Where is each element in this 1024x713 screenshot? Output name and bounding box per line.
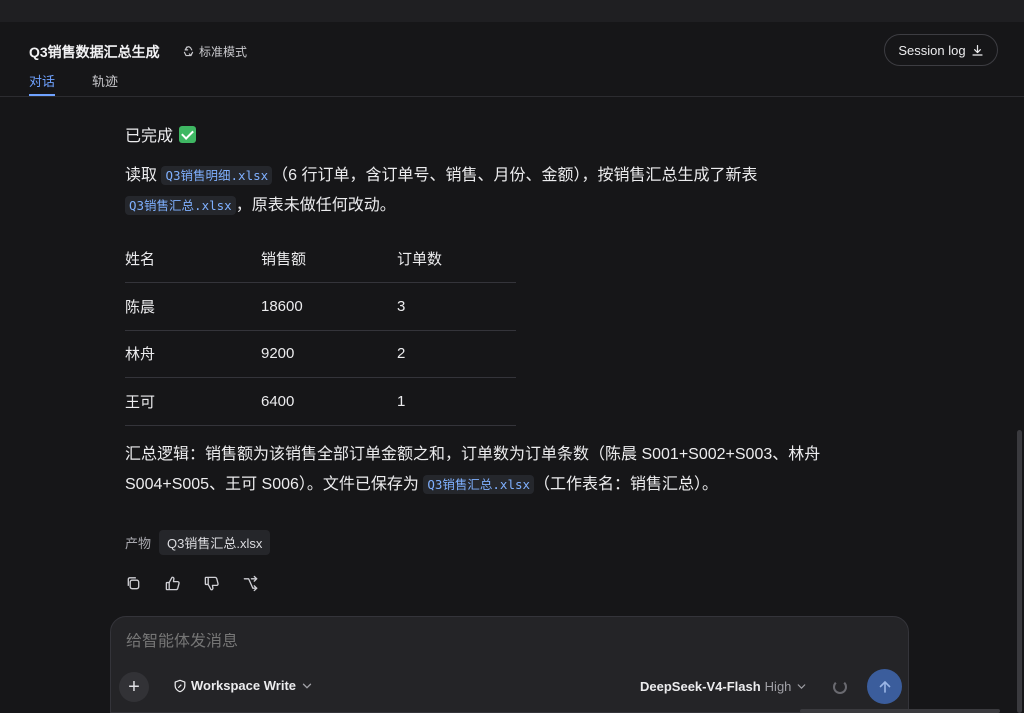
summary-file-code: Q3销售汇总.xlsx bbox=[423, 475, 535, 494]
table-cell: 3 bbox=[397, 282, 516, 331]
table-header-row: 姓名 销售额 订单数 bbox=[125, 235, 516, 283]
mode-label: 标准模式 bbox=[199, 45, 248, 59]
session-log-button[interactable]: Session log bbox=[884, 34, 998, 66]
model-level: High bbox=[764, 679, 792, 694]
table-cell: 陈晨 bbox=[125, 282, 261, 331]
model-name: DeepSeek-V4-Flash bbox=[640, 679, 761, 694]
download-icon bbox=[972, 44, 983, 56]
intro-paragraph: 读取 Q3销售明细.xlsx （6 行订单，含订单号、销售、月份、金额），按销售汇… bbox=[125, 161, 825, 221]
thumbs-up-icon[interactable] bbox=[164, 575, 181, 592]
output-file-code: Q3销售汇总.xlsx bbox=[125, 196, 236, 215]
artifact-label: 产物 bbox=[125, 536, 152, 551]
plus-icon: + bbox=[128, 675, 140, 698]
table-row: 林舟 9200 2 bbox=[125, 330, 516, 378]
message-input[interactable] bbox=[126, 633, 726, 651]
recycle-icon bbox=[183, 46, 194, 57]
summary-table: 姓名 销售额 订单数 陈晨 18600 3 林舟 9200 2 王可 6400 … bbox=[125, 235, 516, 426]
table-row: 陈晨 18600 3 bbox=[125, 282, 516, 331]
arrow-up-icon bbox=[879, 680, 890, 693]
window-top-bar bbox=[0, 0, 1024, 22]
chevron-down-icon bbox=[302, 683, 312, 689]
table-cell: 6400 bbox=[261, 377, 397, 426]
source-file-code: Q3销售明细.xlsx bbox=[161, 166, 273, 185]
summary-suffix: （工作表名：销售汇总）。 bbox=[534, 476, 719, 493]
horizontal-scrollbar[interactable] bbox=[800, 709, 1000, 713]
table-row: 王可 6400 1 bbox=[125, 377, 516, 426]
model-selector[interactable]: DeepSeek-V4-Flash High bbox=[640, 679, 808, 694]
session-header: Q3销售数据汇总生成 标准模式 Session log 对话 轨迹 bbox=[0, 22, 1024, 97]
status-line: 已完成 bbox=[125, 122, 197, 146]
table-cell: 王可 bbox=[125, 377, 261, 426]
add-attachment-button[interactable]: + bbox=[119, 672, 149, 702]
check-mark-icon bbox=[179, 125, 197, 143]
mode-indicator[interactable]: 标准模式 bbox=[182, 43, 247, 60]
table-header-cell: 订单数 bbox=[397, 235, 516, 283]
workspace-label: Workspace Write bbox=[191, 678, 297, 693]
intro-middle: （6 行订单，含订单号、销售、月份、金额），按销售汇总生成了新表 bbox=[272, 167, 758, 184]
table-cell: 林舟 bbox=[125, 330, 261, 378]
table-cell: 18600 bbox=[261, 282, 397, 331]
tab-conversation[interactable]: 对话 bbox=[29, 71, 55, 90]
artifact-row: 产物 Q3销售汇总.xlsx bbox=[125, 530, 271, 555]
table-cell: 2 bbox=[397, 330, 516, 378]
table-cell: 9200 bbox=[261, 330, 397, 378]
session-title: Q3销售数据汇总生成 bbox=[29, 44, 160, 60]
thumbs-down-icon[interactable] bbox=[203, 575, 220, 592]
intro-prefix: 读取 bbox=[125, 167, 158, 184]
table-header-cell: 销售额 bbox=[261, 235, 397, 283]
intro-suffix: ，原表未做任何改动。 bbox=[235, 197, 396, 214]
summary-paragraph: 汇总逻辑：销售额为该销售全部订单金额之和，订单数为订单条数（陈晨 S001+S0… bbox=[125, 440, 865, 500]
message-actions bbox=[125, 575, 259, 592]
vertical-scrollbar[interactable] bbox=[1017, 430, 1022, 713]
branch-icon[interactable] bbox=[242, 575, 259, 592]
copy-icon[interactable] bbox=[125, 575, 142, 592]
status-text: 已完成 bbox=[125, 128, 174, 145]
workspace-permission-selector[interactable]: Workspace Write bbox=[173, 678, 314, 693]
active-tab-indicator bbox=[29, 94, 55, 96]
summary-line2-prefix: S004+S005、王可 S006）。文件已保存为 bbox=[125, 476, 419, 493]
session-log-label: Session log bbox=[898, 42, 966, 58]
message-composer: + Workspace Write DeepSeek-V4-Flash High bbox=[110, 616, 909, 713]
tab-trace[interactable]: 轨迹 bbox=[92, 71, 118, 90]
table-header-cell: 姓名 bbox=[125, 235, 261, 283]
table-cell: 1 bbox=[397, 377, 516, 426]
loading-spinner-icon bbox=[833, 680, 847, 694]
send-button[interactable] bbox=[867, 669, 902, 704]
artifact-file-chip[interactable]: Q3销售汇总.xlsx bbox=[159, 530, 271, 555]
shield-edit-icon bbox=[174, 679, 186, 692]
chevron-down-icon bbox=[798, 684, 806, 689]
summary-line1: 汇总逻辑：销售额为该销售全部订单金额之和，订单数为订单条数（陈晨 S001+S0… bbox=[125, 446, 821, 463]
